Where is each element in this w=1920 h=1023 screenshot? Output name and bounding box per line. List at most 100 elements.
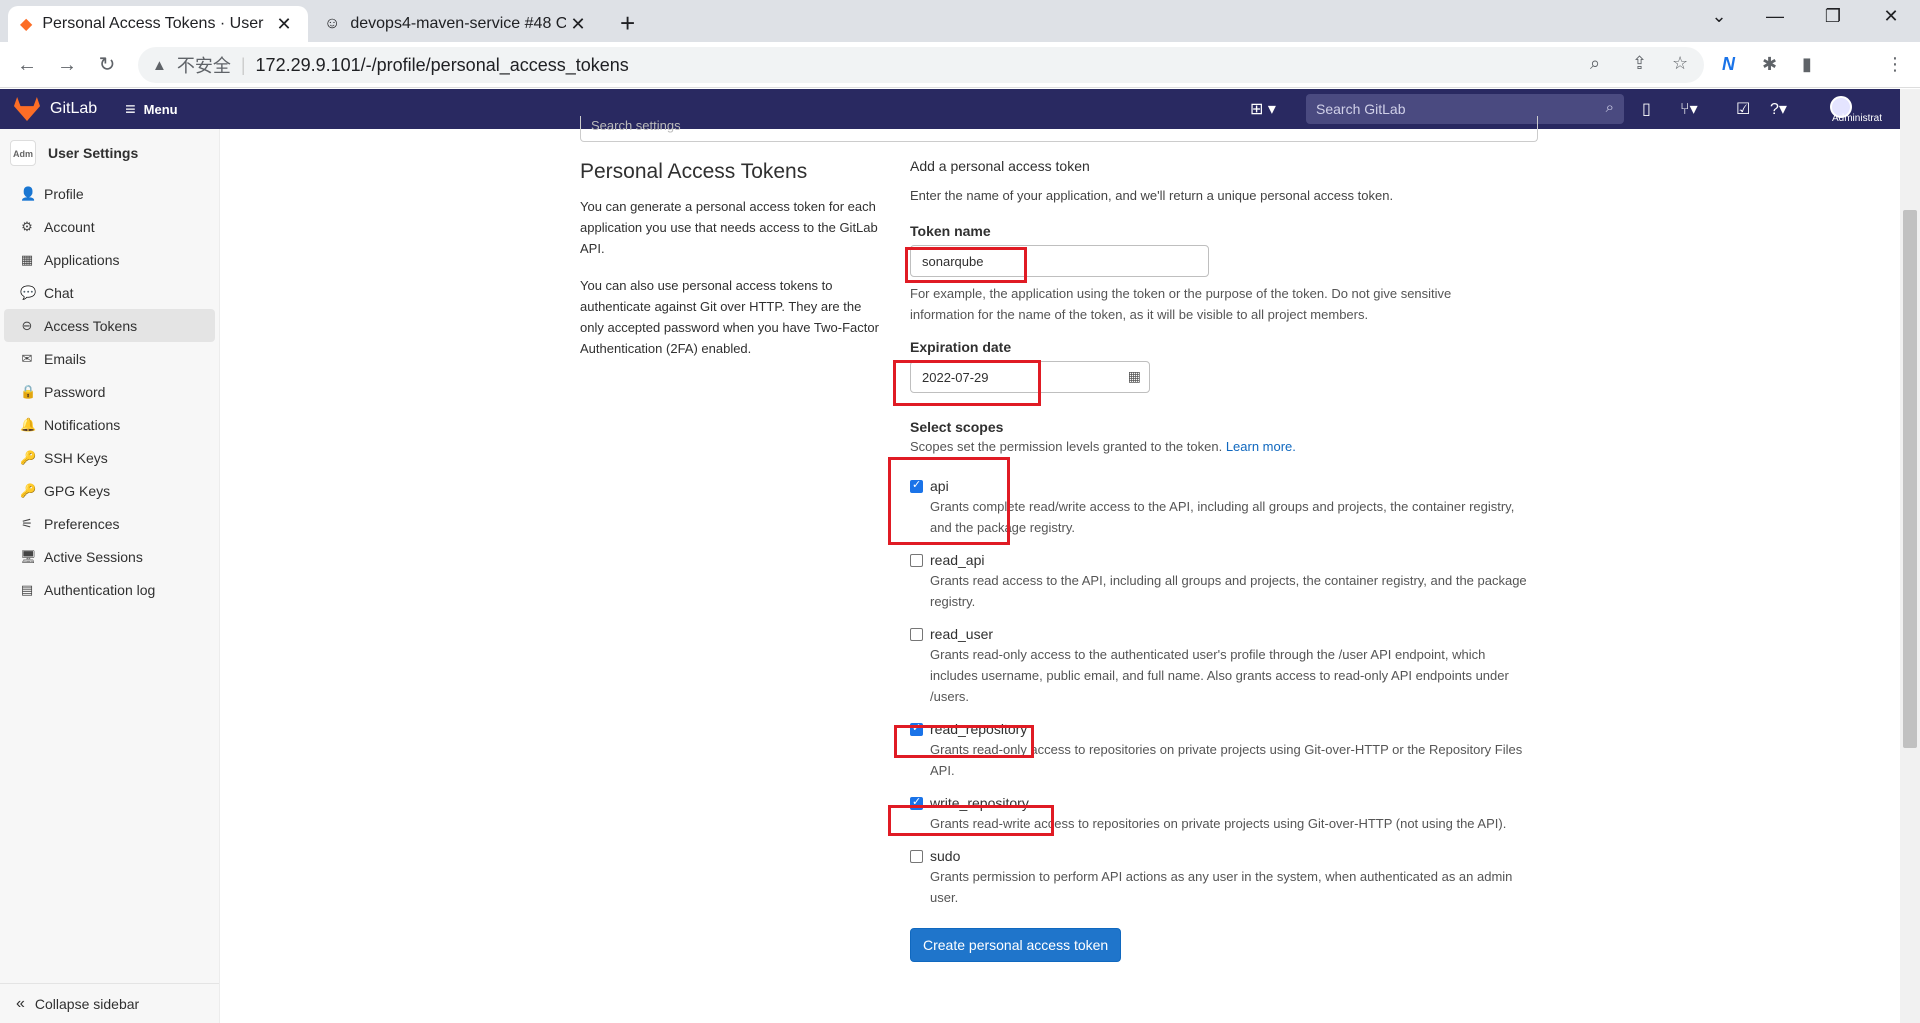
scope-checkbox[interactable] xyxy=(910,554,923,567)
sidebar-item-label: Authentication log xyxy=(44,581,156,598)
calendar-icon[interactable]: ▦ xyxy=(1128,368,1141,385)
extension-icon[interactable]: N xyxy=(1722,54,1735,75)
collapse-sidebar-button[interactable]: « Collapse sidebar xyxy=(0,983,219,1023)
todos-icon[interactable]: ☑ xyxy=(1736,99,1750,119)
back-icon[interactable]: ← xyxy=(12,50,42,80)
forward-icon[interactable]: → xyxy=(52,50,82,80)
search-settings-input[interactable]: Search settings xyxy=(580,116,1538,142)
address-bar[interactable]: ▲ 不安全 | 172.29.9.101/-/profile/personal_… xyxy=(138,47,1704,83)
tab-search-icon[interactable]: ⌄ xyxy=(1704,6,1734,27)
reload-icon[interactable]: ↻ xyxy=(92,50,122,80)
sidebar-item-label: Notifications xyxy=(44,416,121,433)
gitlab-favicon-icon: ◆ xyxy=(20,16,33,33)
create-token-button[interactable]: Create personal access token xyxy=(910,928,1122,962)
scope-description: Grants read-only access to the authentic… xyxy=(930,647,1509,704)
chat-icon: 💬 xyxy=(20,284,37,300)
merge-requests-icon[interactable]: ⑂▾ xyxy=(1680,99,1698,119)
annotation-box-read-repository xyxy=(894,725,1034,758)
annotation-box-api xyxy=(888,457,1010,545)
intro-paragraph-1: You can generate a personal access token… xyxy=(580,199,878,256)
select-scopes-label: Select scopes xyxy=(910,419,1004,435)
account-icon: ⚙ xyxy=(21,218,33,234)
bell-icon: 🔔 xyxy=(20,416,37,432)
zoom-icon[interactable]: ⌕ xyxy=(1590,53,1600,74)
annotation-box-write-repository xyxy=(888,805,1054,836)
sidebar-item-access-tokens[interactable]: ⊖ Access Tokens xyxy=(4,309,215,342)
tab-devops4-maven-service[interactable]: ☺ devops4-maven-service #48 C ✕ xyxy=(312,6,602,42)
sidebar-item-label: Emails xyxy=(44,350,87,367)
scope-description: Grants read access to the API, including… xyxy=(930,573,1527,609)
bookmark-star-icon[interactable]: ☆ xyxy=(1672,53,1688,74)
maximize-icon[interactable]: ❐ xyxy=(1818,6,1848,27)
extensions-puzzle-icon[interactable]: ✱ xyxy=(1762,54,1777,75)
token-name-label: Token name xyxy=(910,223,991,239)
sidebar-item-applications[interactable]: ▦ Applications xyxy=(4,243,215,276)
scope-name[interactable]: read_api xyxy=(930,552,1550,568)
sidebar-item-ssh-keys[interactable]: 🔑 SSH Keys xyxy=(4,441,215,474)
gitlab-logo-icon[interactable] xyxy=(14,97,40,121)
close-window-icon[interactable]: ✕ xyxy=(1876,6,1906,27)
scope-description: Grants complete read/write access to the… xyxy=(930,499,1515,535)
sidebar-item-chat[interactable]: 💬 Chat xyxy=(4,276,215,309)
sidebar-item-label: GPG Keys xyxy=(44,482,111,499)
learn-more-link[interactable]: Learn more. xyxy=(1226,439,1296,454)
url-text: 172.29.9.101/-/profile/personal_access_t… xyxy=(255,54,629,75)
lock-icon: 🔒 xyxy=(20,383,37,399)
scope-checkbox[interactable] xyxy=(910,628,923,641)
double-chevron-left-icon: « xyxy=(16,994,25,1012)
hamburger-icon: ≡ xyxy=(125,98,136,119)
key-icon: 🔑 xyxy=(20,449,37,465)
tab-personal-access-tokens[interactable]: ◆ Personal Access Tokens · User ✕ xyxy=(8,6,308,42)
browser-menu-icon[interactable]: ⋮ xyxy=(1886,54,1904,75)
sidebar-item-gpg-keys[interactable]: 🔑 GPG Keys xyxy=(4,474,215,507)
new-tab-button[interactable]: + xyxy=(620,8,635,39)
scrollbar-thumb[interactable] xyxy=(1903,210,1917,748)
menu-button[interactable]: ≡ Menu xyxy=(125,99,177,120)
sidebar-item-label: Account xyxy=(44,218,95,235)
tab-title: Personal Access Tokens · User xyxy=(42,15,264,32)
scope-name[interactable]: api xyxy=(930,478,1550,494)
scope-name[interactable]: read_user xyxy=(930,626,1550,642)
sidebar-item-profile[interactable]: 👤 Profile xyxy=(4,177,215,210)
page-title: Personal Access Tokens xyxy=(580,160,808,183)
form-lead: Enter the name of your application, and … xyxy=(910,188,1394,203)
scope-read-user: read_user Grants read-only access to the… xyxy=(910,626,1550,707)
scopes-help: Scopes set the permission levels granted… xyxy=(910,439,1550,454)
jenkins-favicon-icon: ☺ xyxy=(324,15,341,32)
gitlab-brand[interactable]: GitLab xyxy=(50,100,97,118)
expiration-date-label: Expiration date xyxy=(910,339,1012,355)
profile-icon: 👤 xyxy=(20,185,37,201)
scope-name[interactable]: sudo xyxy=(930,848,1550,864)
sidebar-item-account[interactable]: ⚙ Account xyxy=(4,210,215,243)
help-icon[interactable]: ?▾ xyxy=(1770,99,1787,119)
sidebar-item-label: Profile xyxy=(44,185,84,202)
close-tab-icon[interactable]: ✕ xyxy=(566,14,590,35)
sidebar-item-notifications[interactable]: 🔔 Notifications xyxy=(4,408,215,441)
sidebar-item-label: Applications xyxy=(44,251,120,268)
search-placeholder: Search GitLab xyxy=(1316,101,1406,117)
warning-icon: ▲ xyxy=(152,56,167,74)
mail-icon: ✉ xyxy=(21,350,33,366)
address-separator: | xyxy=(240,54,246,75)
scopes-help-text: Scopes set the permission levels granted… xyxy=(910,439,1223,454)
sidebar-item-label: Preferences xyxy=(44,515,120,532)
sidebar-header[interactable]: Adm User Settings xyxy=(0,129,219,177)
monitor-icon: 🖥 xyxy=(20,548,37,564)
share-icon[interactable]: ⇪ xyxy=(1632,53,1647,74)
sidebar-item-preferences[interactable]: ⚟ Preferences xyxy=(4,507,215,540)
sidebar-item-label: Access Tokens xyxy=(44,317,138,334)
tab-title: devops4-maven-service #48 C xyxy=(350,15,566,32)
minimize-icon[interactable]: — xyxy=(1760,6,1790,27)
sidebar-item-emails[interactable]: ✉ Emails xyxy=(4,342,215,375)
sidebar-item-authentication-log[interactable]: ▤ Authentication log xyxy=(4,573,215,606)
sidebar-item-label: Chat xyxy=(44,284,74,301)
side-panel-icon[interactable]: ▮ xyxy=(1802,54,1812,75)
form-heading: Add a personal access token xyxy=(910,158,1090,174)
settings-sidebar: Adm User Settings 👤 Profile ⚙ Account ▦ App… xyxy=(0,129,220,1023)
sidebar-item-active-sessions[interactable]: 🖥 Active Sessions xyxy=(4,540,215,573)
close-tab-icon[interactable]: ✕ xyxy=(272,14,296,35)
scope-checkbox[interactable] xyxy=(910,850,923,863)
issues-icon[interactable]: ▯ xyxy=(1642,99,1651,119)
sidebar-item-label: SSH Keys xyxy=(44,449,108,466)
sidebar-item-password[interactable]: 🔒 Password xyxy=(4,375,215,408)
